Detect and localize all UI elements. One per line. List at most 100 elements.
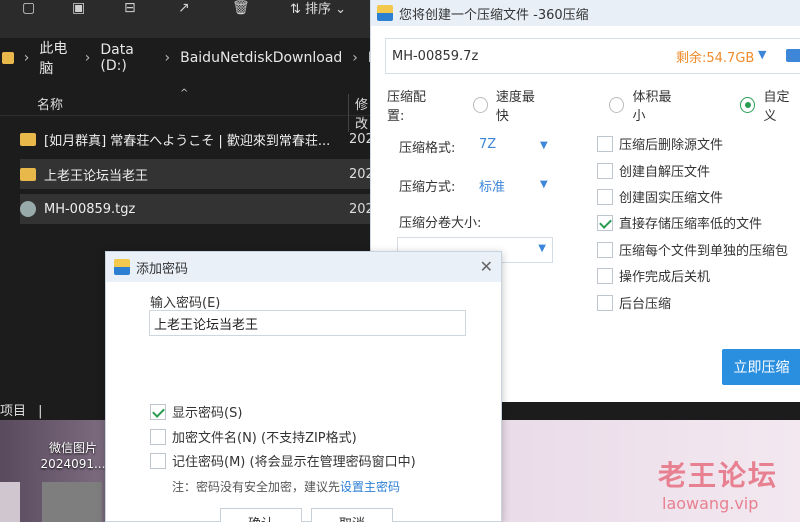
option-separate-archives[interactable]: 压缩每个文件到单独的压缩包 xyxy=(597,240,788,259)
chevron-right-icon: › xyxy=(164,50,171,66)
radio-fastest[interactable] xyxy=(472,97,488,113)
breadcrumb-baidu[interactable]: BaiduNetdiskDownload xyxy=(180,50,342,66)
chevron-right-icon: › xyxy=(84,50,91,66)
archive-file-icon xyxy=(20,201,36,217)
file-row[interactable]: [如月群真] 常春荘へようこそ | 歡迎來到常春荘... 202 xyxy=(20,124,380,154)
show-password-option[interactable]: 显示密码(S) xyxy=(150,402,242,421)
format-label: 压缩格式: xyxy=(399,141,456,156)
method-value[interactable]: 标准 xyxy=(479,176,505,195)
output-path-field[interactable]: MH-00859.7z 剩余:54.7GB ▼ xyxy=(385,38,800,74)
ok-button[interactable]: 确认 xyxy=(220,508,302,522)
compress-config: 压缩配置: 速度最快 体积最小 自定义 xyxy=(387,86,800,124)
add-password-dialog: 添加密码 ✕ 输入密码(E) 上老王论坛当老王 显示密码(S) 加密文件名(N)… xyxy=(105,251,502,522)
mode-custom-label[interactable]: 自定义 xyxy=(763,86,800,124)
set-master-password-link[interactable]: 设置主密码 xyxy=(340,480,400,494)
file-name: 上老王论坛当老王 xyxy=(44,168,149,184)
mode-smallest-label[interactable]: 体积最小 xyxy=(632,86,681,124)
password-note: 注：密码没有安全加密，建议先设置主密码 xyxy=(172,478,400,495)
sort-button[interactable]: ⇅ 排序 ⌄ xyxy=(290,0,346,17)
sort-caret-icon: ^ xyxy=(180,88,189,99)
app-icon xyxy=(377,5,393,21)
checkbox[interactable] xyxy=(150,452,166,469)
checkbox-checked[interactable] xyxy=(597,214,613,231)
file-list-header: ^ 名称 修改 xyxy=(0,88,380,132)
copy-icon[interactable]: ▢ xyxy=(22,0,44,16)
option-label: 创建自解压文件 xyxy=(619,165,711,180)
rename-icon[interactable]: ⊟ xyxy=(124,0,146,16)
remember-password-label: 记住密码(M) (将会显示在管理密码窗口中) xyxy=(172,455,416,470)
free-space: 剩余:54.7GB xyxy=(676,50,755,66)
watermark-url: laowang.vip xyxy=(662,494,759,513)
watermark-text: 老王论坛 xyxy=(658,459,779,492)
desktop-icon-wechat-image[interactable]: 微信图片 2024091... xyxy=(38,440,108,472)
method-dropdown-icon[interactable]: ▼ xyxy=(540,179,548,190)
encrypt-filenames-option[interactable]: 加密文件名(N) (不支持ZIP格式) xyxy=(150,427,357,446)
radio-smallest[interactable] xyxy=(609,97,625,113)
checkbox[interactable] xyxy=(150,428,166,445)
folder-icon xyxy=(2,52,14,64)
file-row[interactable]: MH-00859.tgz 202 xyxy=(20,194,380,224)
column-name[interactable]: 名称 xyxy=(37,94,63,113)
breadcrumb-data-drive[interactable]: Data (D:) xyxy=(100,42,154,74)
mode-fastest-label[interactable]: 速度最快 xyxy=(496,86,545,124)
paste-icon[interactable]: ▣ xyxy=(72,0,94,16)
cancel-button[interactable]: 取消 xyxy=(311,508,393,522)
folder-icon xyxy=(20,132,36,146)
split-label: 压缩分卷大小: xyxy=(399,216,482,231)
option-label: 创建固实压缩文件 xyxy=(619,191,724,206)
compress-title: 您将创建一个压缩文件 -360压缩 xyxy=(399,7,589,23)
option-label: 压缩后删除源文件 xyxy=(619,138,724,153)
checkbox[interactable] xyxy=(597,267,613,284)
password-title: 添加密码 xyxy=(136,261,189,277)
checkbox[interactable] xyxy=(597,135,613,152)
desktop-thumbnail[interactable] xyxy=(0,482,20,522)
password-input-label: 输入密码(E) xyxy=(150,296,221,311)
checkbox[interactable] xyxy=(597,294,613,311)
format-value[interactable]: 7Z xyxy=(479,137,496,152)
sort-label: 排序 xyxy=(305,2,332,17)
compress-title-bar: 您将创建一个压缩文件 -360压缩 xyxy=(371,0,800,26)
close-icon[interactable]: ✕ xyxy=(480,257,493,276)
status-bar: 项目 | xyxy=(0,404,43,419)
desktop-icon-label-2: 2024091... xyxy=(40,457,106,471)
delete-icon[interactable]: 🗑 xyxy=(232,0,254,16)
start-compress-button[interactable]: 立即压缩 xyxy=(722,349,800,385)
option-label: 直接存储压缩率低的文件 xyxy=(619,217,763,232)
dropdown-icon[interactable]: ▼ xyxy=(758,48,766,61)
desktop-thumbnail[interactable] xyxy=(42,482,102,522)
option-self-extract[interactable]: 创建自解压文件 xyxy=(597,161,710,180)
file-row[interactable]: 上老王论坛当老王 202 xyxy=(20,159,380,189)
chevron-right-icon: › xyxy=(23,50,30,66)
desktop-icon-label: 微信图片 xyxy=(48,441,97,455)
checkbox[interactable] xyxy=(597,241,613,258)
breadcrumb-this-pc[interactable]: 此电脑 xyxy=(39,38,74,78)
option-label: 操作完成后关机 xyxy=(619,270,711,285)
radio-custom[interactable] xyxy=(740,97,756,113)
config-label: 压缩配置: xyxy=(387,90,427,124)
note-text: 注：密码没有安全加密，建议先 xyxy=(172,480,341,494)
checkbox[interactable] xyxy=(597,162,613,179)
folder-icon xyxy=(20,167,36,181)
chevron-down-icon[interactable]: ▼ xyxy=(538,243,546,254)
share-icon[interactable]: ↗ xyxy=(178,0,200,16)
password-input[interactable]: 上老王论坛当老王 xyxy=(149,310,466,336)
file-name: [如月群真] 常春荘へようこそ | 歡迎來到常春荘... xyxy=(44,133,331,149)
browse-folder-icon[interactable] xyxy=(786,49,800,62)
encrypt-filenames-label: 加密文件名(N) (不支持ZIP格式) xyxy=(172,431,357,446)
status-text: 项目 xyxy=(0,404,27,419)
password-title-bar: 添加密码 xyxy=(106,252,501,282)
option-delete-source[interactable]: 压缩后删除源文件 xyxy=(597,134,723,153)
format-dropdown-icon[interactable]: ▼ xyxy=(540,140,548,151)
option-solid[interactable]: 创建固实压缩文件 xyxy=(597,187,723,206)
address-bar[interactable]: › 此电脑 › Data (D:) › BaiduNetdiskDownload… xyxy=(0,41,380,77)
show-password-label: 显示密码(S) xyxy=(172,406,243,421)
option-shutdown[interactable]: 操作完成后关机 xyxy=(597,266,710,285)
checkbox[interactable] xyxy=(597,188,613,205)
option-background[interactable]: 后台压缩 xyxy=(597,293,671,312)
remember-password-option[interactable]: 记住密码(M) (将会显示在管理密码窗口中) xyxy=(150,451,416,470)
checkbox-checked[interactable] xyxy=(150,403,166,420)
option-store-low-ratio[interactable]: 直接存储压缩率低的文件 xyxy=(597,213,762,232)
output-filename[interactable]: MH-00859.7z xyxy=(392,49,478,64)
method-label: 压缩方式: xyxy=(399,180,456,195)
chevron-right-icon: › xyxy=(352,50,358,66)
